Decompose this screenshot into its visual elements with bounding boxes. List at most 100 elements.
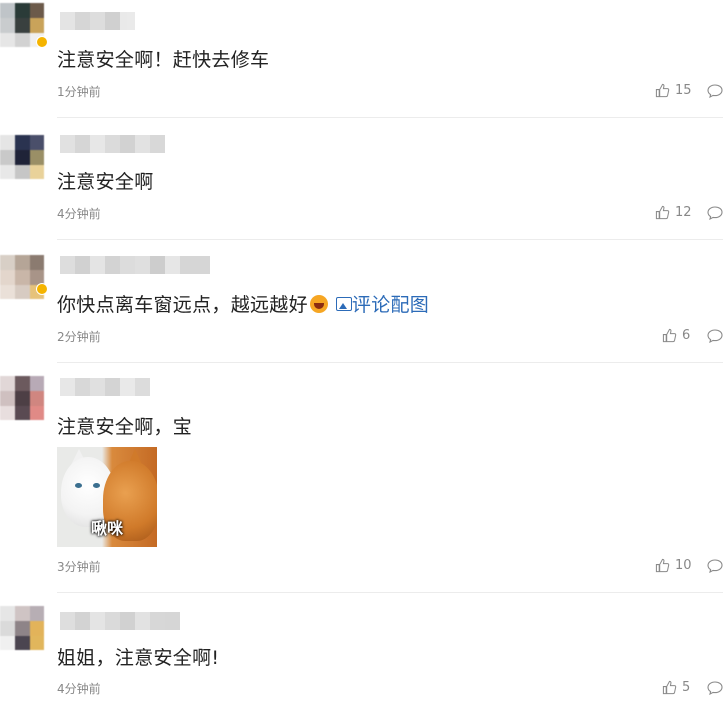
verified-badge-icon (36, 283, 48, 295)
username-pixel (165, 612, 180, 630)
username[interactable] (60, 135, 165, 153)
username-pixel (180, 256, 195, 274)
thumb-up-icon (662, 328, 677, 343)
like-count: 12 (675, 205, 692, 220)
thumb-up-icon (655, 83, 670, 98)
cat-eye-shape (75, 483, 82, 488)
avatar-pixel (0, 636, 15, 650)
image-icon[interactable] (335, 297, 352, 311)
username-pixel (60, 256, 75, 274)
avatar-pixel (30, 376, 44, 391)
avatar-pixel (30, 135, 44, 150)
username-pixel (195, 256, 210, 274)
username-pixel (120, 378, 135, 396)
avatar-pixel (0, 285, 15, 299)
comment-text: 注意安全啊 (57, 171, 154, 193)
username-pixel (150, 256, 165, 274)
divider (57, 117, 723, 118)
avatar-pixel (30, 606, 44, 621)
comment-text: 姐姐，注意安全啊! (57, 647, 220, 669)
username-pixel (60, 612, 75, 630)
comment-time: 1分钟前 (57, 85, 101, 99)
divider (57, 592, 723, 593)
avatar-pixel (0, 135, 15, 150)
avatar-pixel (15, 621, 30, 636)
avatar-pixel (15, 285, 30, 299)
like-button[interactable]: 10 (655, 558, 692, 573)
avatar-pixel (30, 621, 44, 636)
reply-bubble-icon[interactable] (707, 206, 723, 220)
username-pixel (90, 256, 105, 274)
avatar-pixel (0, 165, 15, 179)
avatar-pixel (30, 150, 44, 165)
username-pixel (105, 135, 120, 153)
username-pixel (120, 12, 135, 30)
comment-text: 注意安全啊，宝 (57, 416, 193, 438)
username-pixel (60, 378, 75, 396)
like-button[interactable]: 6 (662, 328, 690, 343)
avatar[interactable] (0, 376, 44, 420)
like-count: 6 (682, 328, 691, 343)
comment-time: 4分钟前 (57, 207, 101, 221)
username[interactable] (60, 612, 180, 630)
avatar-pixel (30, 406, 44, 420)
username[interactable] (60, 12, 135, 30)
avatar-pixel (30, 391, 44, 406)
username-pixel (135, 256, 150, 274)
reply-bubble-icon[interactable] (707, 329, 723, 343)
username-pixel (75, 256, 90, 274)
comment-text: 注意安全啊！赶快去修车 (57, 49, 270, 71)
username-pixel (90, 135, 105, 153)
comment-image-link[interactable]: 评论配图 (352, 294, 429, 316)
avatar-pixel (15, 33, 30, 47)
comment-time: 4分钟前 (57, 682, 101, 696)
avatar-pixel (0, 406, 15, 420)
avatar-pixel (0, 255, 15, 270)
username-pixel (75, 612, 90, 630)
avatar-pixel (30, 636, 44, 650)
username-pixel (135, 378, 150, 396)
username-pixel (75, 135, 90, 153)
reply-bubble-icon[interactable] (707, 84, 723, 98)
reply-bubble-icon[interactable] (707, 559, 723, 573)
avatar-pixel (0, 3, 15, 18)
thumb-up-icon (662, 680, 677, 695)
avatar[interactable] (0, 606, 44, 650)
username-pixel (165, 256, 180, 274)
like-count: 15 (675, 83, 692, 98)
verified-badge-icon (36, 36, 48, 48)
like-button[interactable]: 15 (655, 83, 692, 98)
username-pixel (120, 256, 135, 274)
username-pixel (105, 378, 120, 396)
username[interactable] (60, 256, 210, 274)
avatar[interactable] (0, 135, 44, 179)
username-pixel (60, 135, 75, 153)
thumb-up-icon (655, 558, 670, 573)
avatar-pixel (0, 33, 15, 47)
avatar-pixel (0, 606, 15, 621)
avatar-pixel (30, 3, 44, 18)
like-button[interactable]: 5 (662, 680, 690, 695)
avatar-pixel (30, 18, 44, 33)
username-pixel (150, 612, 165, 630)
username-pixel (105, 612, 120, 630)
username-pixel (120, 135, 135, 153)
avatar-pixel (15, 135, 30, 150)
avatar-pixel (0, 391, 15, 406)
avatar-pixel (15, 406, 30, 420)
avatar-pixel (30, 165, 44, 179)
avatar-pixel (15, 165, 30, 179)
username-pixel (60, 12, 75, 30)
avatar-pixel (0, 270, 15, 285)
reply-bubble-icon[interactable] (707, 681, 723, 695)
username[interactable] (60, 378, 150, 396)
like-button[interactable]: 12 (655, 205, 692, 220)
avatar-pixel (15, 270, 30, 285)
thumb-up-icon (655, 205, 670, 220)
laughing-emoji-icon (309, 295, 328, 313)
avatar-pixel (15, 391, 30, 406)
username-pixel (120, 612, 135, 630)
comment-photo[interactable]: 啾咪 (57, 447, 157, 547)
username-pixel (135, 135, 150, 153)
username-pixel (90, 378, 105, 396)
